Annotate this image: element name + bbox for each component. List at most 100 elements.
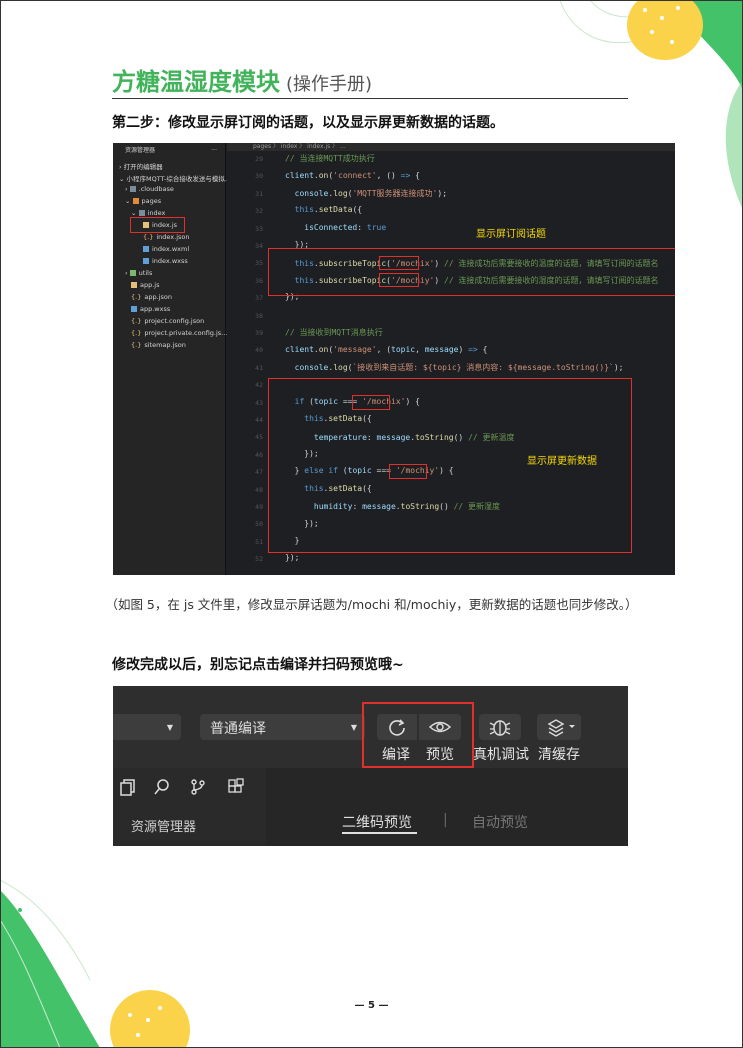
line-number: 29 (255, 155, 263, 163)
line-number: 37 (255, 294, 263, 303)
line-number: 36 (255, 276, 263, 285)
extensions-icon[interactable] (227, 778, 245, 796)
highlight-index-js (130, 217, 185, 233)
source-control-icon[interactable] (189, 778, 207, 796)
search-icon[interactable] (153, 778, 171, 796)
code-line: console.log(`接收到来自话题: ${topic} 消息内容: ${m… (294, 363, 624, 372)
code-line: console.log('MQTT服务器连接成功'); (294, 189, 448, 198)
line-number: 42 (255, 381, 263, 390)
line-number: 51 (255, 537, 263, 546)
highlight-mochix-subscribe (379, 256, 419, 270)
tree-item-open-editors[interactable]: › 打开的编辑器 (119, 161, 163, 171)
caret-down-icon: ▼ (350, 723, 357, 732)
explorer-header: 资源管理器 ... (113, 143, 225, 155)
line-number: 47 (255, 468, 263, 477)
figure-caption: （如图 5，在 js 文件里，修改显示屏话题为/mochi 和/mochiy，更… (105, 597, 638, 612)
code-line: client.on('connect', () => { (285, 171, 420, 180)
folder-icon (132, 198, 139, 204)
tree-item-app-js[interactable]: app.js (131, 281, 160, 289)
mode-dropdown[interactable]: ▼ (113, 714, 181, 740)
active-tab-underline (342, 832, 417, 834)
annotation-subscribe-topics: 显示屏订阅话题 (476, 229, 546, 240)
bug-icon (489, 720, 511, 736)
tree-item-sitemap[interactable]: {.} sitemap.json (131, 341, 186, 349)
tab-separator: | (443, 812, 448, 828)
code-line: isConnected: true (304, 223, 387, 232)
title-row: 方糖温湿度模块 (操作手册) (112, 62, 372, 97)
line-number: 48 (255, 485, 263, 494)
line-number: 35 (255, 259, 263, 268)
caret-down-icon: ▼ (166, 723, 173, 732)
clear-cache-button[interactable] (537, 714, 581, 740)
tree-item-index-wxml[interactable]: index.wxml (143, 245, 189, 253)
line-number: 45 (255, 433, 263, 442)
tree-item-project[interactable]: ⌄ 小程序MQTT-综合接收发送与模拟... (119, 173, 231, 183)
doc-title: 方糖温湿度模块 (112, 68, 280, 96)
toolbar-bottom: 资源管理器 二维码预览 | 自动预览 (113, 768, 628, 846)
code-editor[interactable]: pages 〉 index 〉 index.js 〉 ... 29 30 31 32 3… (227, 143, 675, 575)
tree-item-index-wxss[interactable]: index.wxss (143, 257, 188, 265)
folder-icon (129, 270, 136, 276)
layers-icon (547, 719, 575, 737)
line-number: 52 (255, 555, 263, 564)
remote-debug-button[interactable] (479, 714, 521, 740)
wxss-file-icon (143, 258, 149, 264)
folder-icon (138, 210, 145, 216)
code-line: client.on('message', (topic, message) =>… (285, 345, 488, 354)
highlight-mochiy-check (389, 464, 427, 479)
wxml-file-icon (143, 246, 149, 252)
line-number: 40 (255, 346, 263, 355)
highlight-mochix-check (352, 395, 390, 410)
line-number: 32 (255, 207, 263, 216)
js-file-icon (131, 282, 137, 288)
remote-debug-label[interactable]: 真机调试 (473, 744, 529, 764)
line-number: 41 (255, 363, 263, 372)
file-explorer: 资源管理器 ... › 打开的编辑器 ⌄ 小程序MQTT-综合接收发送与模拟..… (113, 143, 231, 575)
line-number: 34 (255, 242, 263, 250)
line-number: 38 (255, 311, 263, 320)
highlight-mochiy-subscribe (379, 273, 419, 287)
page-number: — 5 — (354, 1000, 389, 1011)
clear-cache-label[interactable]: 清缓存 (538, 744, 580, 764)
code-line: }); (285, 553, 300, 562)
tree-item-index-folder[interactable]: ⌄ index (131, 209, 165, 217)
title-divider (112, 98, 628, 99)
bottom-left-decoration (0, 880, 190, 1048)
right-edge-decoration (725, 80, 743, 210)
line-number: 30 (255, 172, 263, 181)
highlight-subscribe-topics (268, 248, 675, 296)
tab-auto-preview[interactable]: 自动预览 (472, 812, 528, 832)
explorer-label[interactable]: 资源管理器 (131, 816, 196, 835)
annotation-update-data: 显示屏更新数据 (527, 456, 597, 467)
devtools-toolbar-screenshot: ▼ 普通编译 ▼ 编译 预览 真机调试 清缓存 资源管理器 二维码预览 | 自动… (113, 686, 628, 846)
tab-qr-preview[interactable]: 二维码预览 (342, 812, 412, 832)
tree-item-project-config[interactable]: {.} project.config.json (131, 317, 204, 325)
line-number: 33 (255, 224, 263, 233)
tree-item-pages[interactable]: ⌄ pages (125, 197, 161, 205)
explorer-more-icon[interactable]: ... (211, 145, 217, 155)
tree-item-app-json[interactable]: {.} app.json (131, 293, 172, 301)
code-line: this.setData({ (294, 205, 363, 214)
tree-item-index-json[interactable]: {.} index.json (143, 233, 189, 241)
tree-item-utils[interactable]: › utils (125, 269, 152, 277)
line-number: 44 (255, 416, 263, 424)
side-panel: 资源管理器 (113, 768, 266, 846)
tree-item-project-private-config[interactable]: {.} project.private.config.js... (131, 329, 227, 337)
tree-item-cloudbase[interactable]: › .cloudbase (125, 185, 174, 193)
top-right-decoration (559, 0, 743, 90)
doc-subtitle: (操作手册) (286, 74, 373, 95)
toolbar-top: ▼ 普通编译 ▼ 编译 预览 真机调试 清缓存 (113, 686, 628, 768)
compile-mode-label: 普通编译 (210, 721, 266, 737)
tree-item-app-wxss[interactable]: app.wxss (131, 305, 170, 313)
line-number: 50 (255, 520, 263, 529)
step2-heading: 修改完成以后，别忘记点击编译并扫码预览哦~ (112, 657, 404, 673)
code-line: // 当接收到MQTT消息执行 (285, 328, 383, 337)
copy-files-icon[interactable] (119, 778, 137, 796)
line-number: 46 (255, 450, 263, 459)
wxss-file-icon (131, 306, 137, 312)
highlight-compile-preview (362, 702, 474, 768)
line-number: 31 (255, 189, 263, 198)
compile-mode-dropdown[interactable]: 普通编译 ▼ (200, 714, 365, 740)
line-number: 43 (255, 398, 263, 407)
line-number: 39 (255, 329, 263, 337)
